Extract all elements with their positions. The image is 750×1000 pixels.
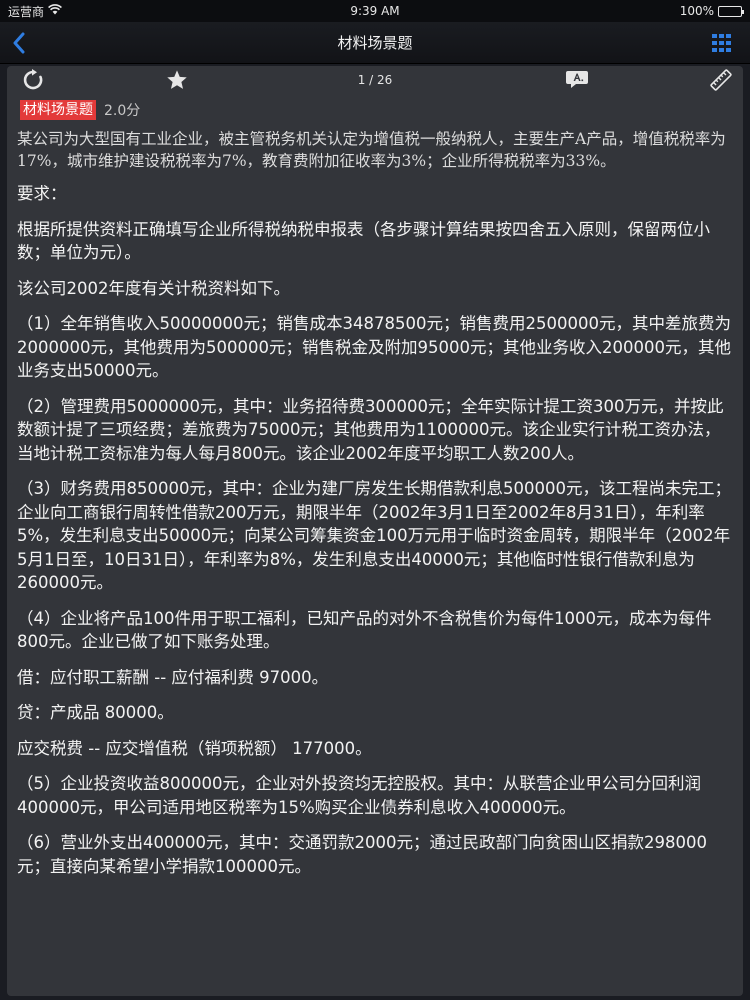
question-card: 1 / 26 材料场景题 2.0分 某公司为大型国有工业企业，被主管税务机关认定…: [7, 66, 743, 996]
status-time: 9:39 AM: [350, 4, 400, 18]
page-indicator: 1 / 26: [357, 73, 393, 87]
reset-button[interactable]: [21, 68, 45, 92]
star-icon: [167, 70, 187, 89]
question-paragraph: 根据所提供资料正确填写企业所得税纳税申报表（各步骤计算结果按四舍五入原则，保留两…: [17, 219, 710, 263]
question-paragraph: （4）企业将产品100件用于职工福利，已知产品的对外不含税售价为每件1000元，…: [17, 608, 712, 652]
question-paragraph: （5）企业投资收益800000元，企业对外投资均无控股权。其中：从联营企业甲公司…: [17, 774, 701, 817]
question-paragraph: 该公司2002年度有关计税资料如下。: [17, 278, 290, 298]
question-list-button[interactable]: [712, 34, 732, 52]
grid-icon: [712, 34, 731, 52]
carrier-label: 运营商: [8, 4, 45, 19]
answer-bubble-icon: [566, 71, 588, 88]
status-bar: 运营商 9:39 AM 100%: [0, 0, 750, 22]
status-left: 运营商: [8, 3, 62, 20]
question-paragraph: （6）营业外支出400000元，其中：交通罚款2000元；通过民政部门向贫困山区…: [17, 833, 707, 876]
ruler-button[interactable]: [709, 68, 733, 92]
question-paragraph: （2）管理费用5000000元，其中：业务招待费300000元；全年实际计提工资…: [17, 396, 724, 463]
back-button[interactable]: [6, 30, 32, 56]
question-type-badge: 材料场景题: [20, 100, 96, 120]
refresh-icon: [23, 69, 43, 90]
question-paragraph: 要求：: [17, 184, 67, 203]
battery-icon: [718, 5, 744, 17]
ruler-icon: [710, 69, 732, 91]
battery-percent: 100%: [679, 4, 714, 18]
question-paragraph: 借：应付职工薪酬 -- 应付福利费 97000。: [17, 667, 329, 687]
question-content: 材料场景题 2.0分 某公司为大型国有工业企业，被主管税务机关认定为增值税一般纳…: [7, 94, 743, 878]
favorite-button[interactable]: [165, 68, 189, 92]
question-paragraph: （1）全年销售收入50000000元；销售成本34878500元；销售费用250…: [17, 314, 731, 380]
question-toolbar: 1 / 26: [7, 66, 743, 94]
question-header: 材料场景题 2.0分: [20, 100, 733, 120]
answer-button[interactable]: [565, 68, 589, 92]
wifi-icon: [48, 4, 62, 18]
question-body: 要求： 根据所提供资料正确填写企业所得税纳税申报表（各步骤计算结果按四舍五入原则，…: [17, 182, 733, 878]
nav-bar: 材料场景题: [0, 22, 750, 64]
status-right: 100%: [679, 4, 744, 18]
question-paragraph: 应交税费 -- 应交增值税（销项税额） 177000。: [17, 738, 372, 758]
question-intro: 某公司为大型国有工业企业，被主管税务机关认定为增值税一般纳税人，主要生产A产品，…: [17, 130, 726, 170]
page-title: 材料场景题: [337, 34, 413, 52]
question-paragraph: （3）财务费用850000元，其中：企业为建厂房发生长期借款利息500000元，…: [17, 479, 731, 592]
chevron-left-icon: [13, 32, 25, 54]
question-score: 2.0分: [104, 103, 141, 119]
question-paragraph: 贷：产成品 80000。: [17, 703, 174, 722]
